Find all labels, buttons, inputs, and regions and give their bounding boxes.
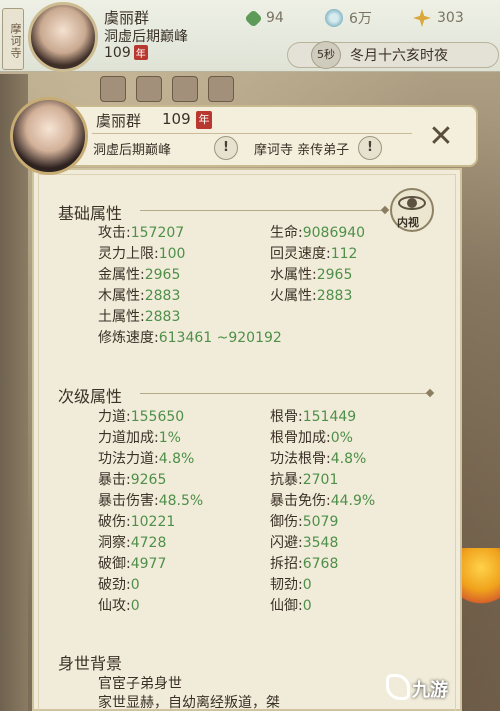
player-age: 109 年 xyxy=(104,45,148,61)
character-sect-role: 摩诃寺 亲传弟子 xyxy=(254,143,350,158)
attr-earth: 土属性:2883 xyxy=(98,309,181,325)
spirit-stone-icon xyxy=(325,9,343,27)
resource-jade[interactable]: 94 xyxy=(244,8,284,28)
scene-left-strip xyxy=(0,74,28,711)
header-divider xyxy=(92,133,412,134)
watermark-logo-icon xyxy=(386,674,410,700)
section-divider xyxy=(140,393,430,394)
section-divider xyxy=(140,210,385,211)
attr-break-damage: 破伤:10221 xyxy=(98,514,176,530)
attr-constitution-bonus: 根骨加成:0% xyxy=(270,430,353,446)
character-age: 109 xyxy=(162,110,191,128)
attr-cultivation-speed: 修炼速度:613461 ~920192 xyxy=(98,330,282,346)
basic-attributes-title: 基础属性 xyxy=(58,204,123,223)
attr-water: 水属性:2965 xyxy=(270,267,353,283)
resource-jade-value: 94 xyxy=(266,10,284,26)
secondary-attributes-title: 次级属性 xyxy=(58,387,123,406)
attr-fire: 火属性:2883 xyxy=(270,288,353,304)
attr-guard-damage: 御伤:5079 xyxy=(270,514,339,530)
age-seal-icon: 年 xyxy=(133,45,148,60)
attr-strength: 力道:155650 xyxy=(98,409,185,425)
player-avatar[interactable] xyxy=(28,2,98,72)
jade-leaf-icon xyxy=(244,8,263,28)
resource-spirit-stone[interactable]: 6万 xyxy=(325,8,372,28)
attr-parry: 拆招:6768 xyxy=(270,556,339,572)
attr-constitution: 根骨:151449 xyxy=(270,409,357,425)
attr-spirit-regen: 回灵速度:112 xyxy=(270,246,358,262)
attr-immortal-attack: 仙攻:0 xyxy=(98,598,140,614)
resource-gold-value: 303 xyxy=(437,10,464,26)
eye-pupil xyxy=(407,198,417,208)
attr-wood: 木属性:2883 xyxy=(98,288,181,304)
realm-info-icon[interactable]: ! xyxy=(214,136,238,160)
mascot-character-icon[interactable] xyxy=(462,548,500,614)
attr-toughness: 韧劲:0 xyxy=(270,577,312,593)
gold-star-icon xyxy=(413,9,431,27)
character-realm: 洞虚后期巅峰 xyxy=(93,143,172,158)
resource-gold[interactable]: 303 xyxy=(413,8,464,28)
background-origin: 官宦子弟身世 xyxy=(98,676,182,692)
background-title: 身世背景 xyxy=(58,654,123,673)
resource-spirit-stone-value: 6万 xyxy=(349,11,372,27)
attr-strength-bonus: 力道加成:1% xyxy=(98,430,181,446)
attr-crit-damage-reduction: 暴击免伤:44.9% xyxy=(270,493,376,509)
attr-attack: 攻击:157207 xyxy=(98,225,185,241)
watermark-text: 九游 xyxy=(412,680,448,701)
attr-hp: 生命:9086940 xyxy=(270,225,366,241)
attr-spirit-max: 灵力上限:100 xyxy=(98,246,186,262)
background-description: 家世显赫，自幼离经叛道，桀 xyxy=(98,695,280,711)
player-age-value: 109 xyxy=(104,45,131,61)
timer-badge: 5秒 xyxy=(311,41,341,69)
player-name: 虞丽群 xyxy=(104,9,150,27)
close-icon[interactable]: ✕ xyxy=(422,118,460,156)
player-realm: 洞虚后期巅峰 xyxy=(104,29,188,45)
attr-metal: 金属性:2965 xyxy=(98,267,181,283)
character-name: 虞丽群 xyxy=(96,112,142,130)
age-seal-icon: 年 xyxy=(196,111,212,129)
attr-break-defense: 破御:4977 xyxy=(98,556,167,572)
attr-immortal-defense: 仙御:0 xyxy=(270,598,312,614)
sect-tag[interactable]: 摩诃寺 xyxy=(2,8,24,70)
attr-break-toughness: 破劲:0 xyxy=(98,577,140,593)
character-portrait xyxy=(10,97,88,175)
inner-view-label: 内视 xyxy=(397,216,419,229)
attr-skill-strength: 功法力道:4.8% xyxy=(98,451,195,467)
attr-insight: 洞察:4728 xyxy=(98,535,167,551)
game-date-text: 冬月十六亥时夜 xyxy=(350,48,448,64)
sect-info-icon[interactable]: ! xyxy=(358,136,382,160)
attr-crit-resist: 抗暴:2701 xyxy=(270,472,339,488)
attr-skill-constitution: 功法根骨:4.8% xyxy=(270,451,367,467)
attr-crit: 暴击:9265 xyxy=(98,472,167,488)
attr-crit-damage: 暴击伤害:48.5% xyxy=(98,493,204,509)
attr-dodge: 闪避:3548 xyxy=(270,535,339,551)
scene-icon-row xyxy=(100,76,400,102)
